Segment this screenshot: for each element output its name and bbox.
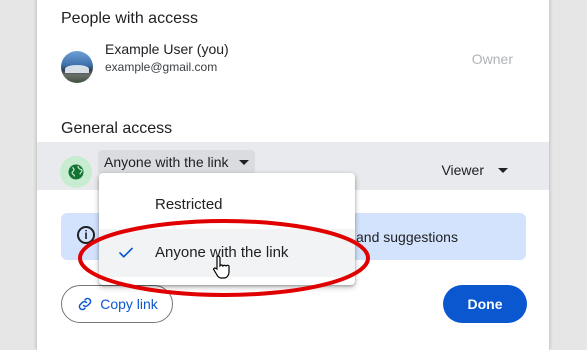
copy-link-button[interactable]: Copy link — [61, 285, 173, 323]
role-dropdown[interactable]: Viewer — [441, 162, 508, 178]
caret-down-icon — [238, 159, 249, 165]
info-banner-text: and suggestions — [356, 229, 458, 245]
people-with-access-title: People with access — [61, 10, 198, 27]
general-access-dropdown[interactable]: Anyone with the link — [98, 150, 255, 174]
globe-icon — [60, 156, 92, 188]
owner-role-label: Owner — [471, 51, 513, 67]
hand-cursor-icon — [212, 255, 230, 279]
check-icon — [119, 247, 133, 258]
caret-down-icon — [498, 167, 508, 173]
copy-link-label: Copy link — [100, 296, 158, 312]
info-icon: i — [77, 226, 95, 244]
user-email: example@gmail.com — [105, 60, 218, 74]
avatar — [61, 51, 93, 83]
menu-item-restricted[interactable]: Restricted — [99, 181, 355, 229]
done-button[interactable]: Done — [443, 285, 527, 323]
general-access-value: Anyone with the link — [104, 154, 229, 170]
menu-item-label: Restricted — [155, 196, 223, 213]
role-value: Viewer — [441, 162, 484, 178]
user-name: Example User (you) — [105, 41, 229, 57]
link-icon — [78, 297, 92, 311]
general-access-title: General access — [61, 120, 173, 137]
